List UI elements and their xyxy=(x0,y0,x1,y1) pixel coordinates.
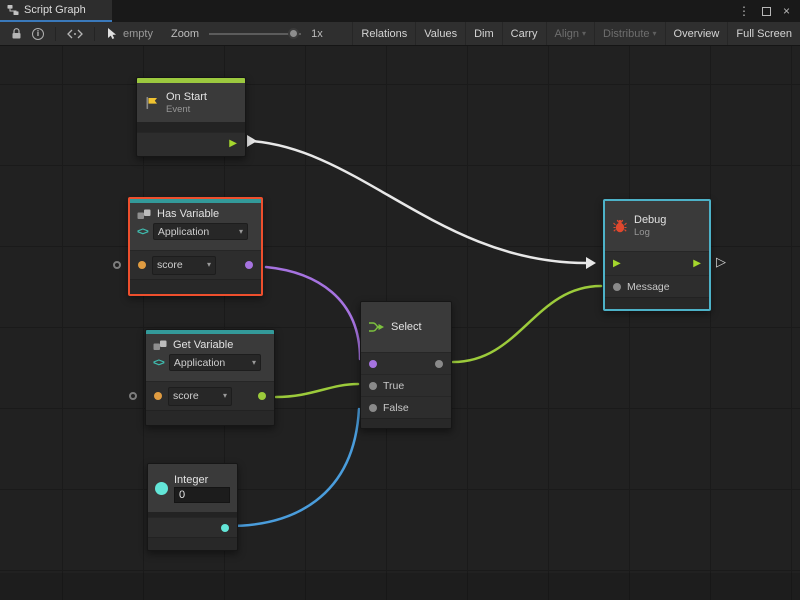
variable-kind-icon: <> xyxy=(137,226,148,238)
node-footer xyxy=(148,537,237,550)
node-title: Debug xyxy=(634,214,702,226)
variable-scope-dropdown[interactable]: Application ▾ xyxy=(169,354,261,371)
zoom-slider[interactable] xyxy=(209,27,301,41)
zoom-slider-handle[interactable] xyxy=(288,28,299,39)
port-label-message: Message xyxy=(627,281,670,293)
integer-output-port[interactable] xyxy=(221,524,229,532)
port-label-true: True xyxy=(383,380,404,392)
bool-output-port[interactable] xyxy=(245,261,253,269)
node-footer xyxy=(130,279,261,294)
integer-type-icon xyxy=(155,482,168,495)
caret-down-icon: ▾ xyxy=(207,261,211,269)
overview-button[interactable]: Overview xyxy=(665,22,728,45)
carry-button[interactable]: Carry xyxy=(502,22,546,45)
message-input-port[interactable] xyxy=(613,283,621,291)
flag-icon xyxy=(144,96,160,110)
align-button[interactable]: Align ▾ xyxy=(546,22,594,45)
node-title: Select xyxy=(391,321,422,333)
unconnected-input-indicator[interactable] xyxy=(129,392,137,400)
cursor-icon xyxy=(106,27,118,40)
node-get-variable[interactable]: Get Variable <> Application ▾ score ▾ xyxy=(145,329,275,426)
node-footer xyxy=(605,297,709,309)
values-button[interactable]: Values xyxy=(415,22,465,45)
window-controls: ⋮ × xyxy=(738,0,800,22)
node-subtitle: Event xyxy=(166,104,238,115)
wire-integer-to-select-false[interactable] xyxy=(229,409,359,526)
node-select[interactable]: Select True False xyxy=(360,301,452,429)
port-label-false: False xyxy=(383,402,409,414)
bug-icon xyxy=(612,218,628,234)
node-title: On Start xyxy=(166,91,238,103)
node-footer xyxy=(361,418,451,428)
node-footer xyxy=(146,410,274,425)
value-output-port[interactable] xyxy=(258,392,266,400)
node-title: Has Variable xyxy=(157,208,219,220)
selection-status: empty xyxy=(123,28,153,40)
toolbar-separator xyxy=(94,27,95,41)
condition-input-port[interactable] xyxy=(369,360,377,368)
dim-button[interactable]: Dim xyxy=(465,22,502,45)
select-icon xyxy=(368,321,385,333)
control-output-port[interactable]: ▶ xyxy=(693,259,701,269)
graph-toolbar: i empty Zoom 1x Relations Values Dim Car… xyxy=(0,22,800,46)
variable-name-input-port[interactable] xyxy=(154,392,162,400)
caret-down-icon: ▾ xyxy=(223,392,227,400)
graph-icon xyxy=(7,4,19,16)
node-has-variable[interactable]: Has Variable <> Application ▾ score ▾ xyxy=(128,197,263,296)
control-input-port[interactable]: ▶ xyxy=(613,259,621,269)
variables-icon xyxy=(137,209,152,220)
selection-output-port[interactable] xyxy=(435,360,443,368)
distribute-button[interactable]: Distribute ▾ xyxy=(594,22,664,45)
zoom-label: Zoom xyxy=(171,28,199,40)
close-icon[interactable]: × xyxy=(783,5,790,17)
node-integer[interactable]: Integer xyxy=(147,463,238,551)
relations-button[interactable]: Relations xyxy=(352,22,415,45)
node-on-start[interactable]: On Start Event ▶ xyxy=(136,77,246,157)
node-title: Get Variable xyxy=(173,339,233,351)
graph-canvas[interactable]: On Start Event ▶ Has Variable xyxy=(0,46,800,600)
info-icon[interactable]: i xyxy=(32,28,44,40)
unconnected-input-indicator[interactable] xyxy=(113,261,121,269)
node-debug-log[interactable]: Debug Log ▶ ▶ Message xyxy=(603,199,711,311)
false-input-port[interactable] xyxy=(369,404,377,412)
variable-name-input-port[interactable] xyxy=(138,261,146,269)
maximize-icon[interactable] xyxy=(762,7,771,16)
wire-hasvariable-to-select[interactable] xyxy=(266,267,360,359)
script-graph-window: Script Graph ⋮ × i empty Zoom 1x xyxy=(0,0,800,600)
variables-icon xyxy=(153,340,168,351)
caret-down-icon: ▾ xyxy=(239,228,243,236)
titlebar: Script Graph ⋮ × xyxy=(0,0,800,22)
toolbar-separator xyxy=(55,27,56,41)
window-menu-icon[interactable]: ⋮ xyxy=(738,5,750,17)
full-screen-button[interactable]: Full Screen xyxy=(727,22,800,45)
caret-down-icon: ▾ xyxy=(252,359,256,367)
lock-icon[interactable] xyxy=(11,28,22,40)
angle-brackets-icon[interactable] xyxy=(67,29,83,39)
flow-continue-indicator: ▷ xyxy=(716,255,726,268)
node-subtitle: Log xyxy=(634,227,702,238)
variable-scope-dropdown[interactable]: Application ▾ xyxy=(153,223,248,240)
integer-value-input[interactable] xyxy=(174,487,230,503)
true-input-port[interactable] xyxy=(369,382,377,390)
caret-down-icon: ▾ xyxy=(582,30,586,38)
wire-end-arrowhead xyxy=(586,257,596,269)
tab-title: Script Graph xyxy=(24,4,86,16)
wire-start-arrowhead xyxy=(247,135,257,147)
variable-name-dropdown[interactable]: score ▾ xyxy=(168,387,232,406)
zoom-value: 1x xyxy=(311,28,323,40)
wire-getvariable-to-select-true[interactable] xyxy=(276,384,358,397)
node-body-gap xyxy=(137,122,245,132)
variable-name-dropdown[interactable]: score ▾ xyxy=(152,256,216,275)
wire-onstart-to-debuglog[interactable] xyxy=(250,141,586,263)
tab-script-graph[interactable]: Script Graph xyxy=(0,0,112,22)
toolbar-buttons: Relations Values Dim Carry Align ▾ Distr… xyxy=(352,22,800,45)
node-title: Integer xyxy=(174,474,230,486)
variable-kind-icon: <> xyxy=(153,357,164,369)
control-output-port[interactable]: ▶ xyxy=(229,139,237,149)
wire-select-to-debuglog-message[interactable] xyxy=(453,286,601,362)
caret-down-icon: ▾ xyxy=(653,30,657,38)
